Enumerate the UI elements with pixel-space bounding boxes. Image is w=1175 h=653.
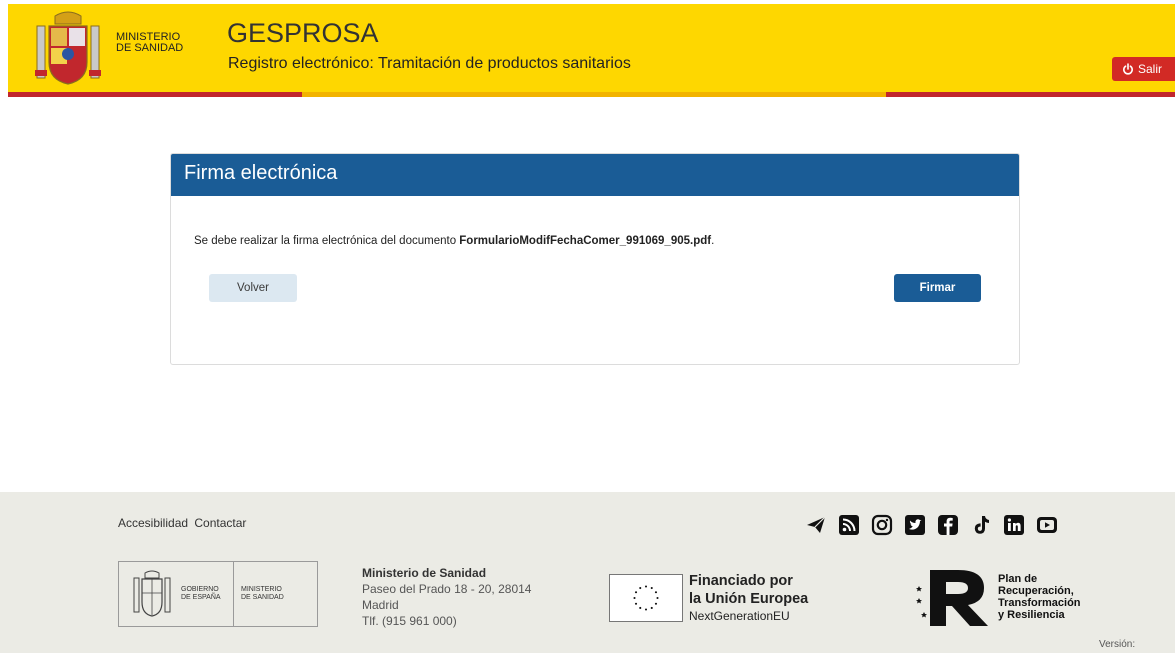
signature-message: Se debe realizar la firma electrónica de… (194, 235, 714, 247)
address-name: Ministerio de Sanidad (362, 566, 487, 580)
power-icon (1123, 63, 1133, 75)
app-title: GESPROSA (227, 18, 379, 48)
sign-button[interactable]: Firmar (894, 274, 981, 302)
instagram-icon[interactable] (871, 514, 893, 536)
eu-line2: la Unión Europea (689, 591, 809, 607)
eu-line1: Financiado por (689, 573, 793, 589)
address-street: Paseo del Prado 18 - 20, 28014 (362, 582, 532, 596)
gobierno-label: GOBIERNO DE ESPAÑA (181, 586, 221, 602)
ministry-address: Ministerio de Sanidad Paseo del Prado 18… (362, 565, 531, 629)
ministerio-label: MINISTERIO DE SANIDAD (241, 586, 284, 602)
logo-divider (233, 562, 234, 626)
facebook-icon[interactable] (937, 514, 959, 536)
logout-label: Salir (1138, 62, 1163, 76)
coat-of-arms-icon (35, 11, 101, 85)
prtr-line4: y Resiliencia (998, 609, 1065, 621)
message-suffix: . (711, 235, 715, 247)
tiktok-icon[interactable] (970, 514, 992, 536)
ministerio-line2: DE SANIDAD (241, 594, 284, 601)
signature-panel: Firma electrónica Se debe realizar la fi… (170, 153, 1020, 365)
social-icons (805, 514, 1058, 536)
header-stripe-red-right (886, 92, 1175, 97)
accessibility-link[interactable]: Accesibilidad (118, 516, 188, 530)
panel-title: Firma electrónica (171, 154, 1019, 196)
prtr-logo-icon (916, 570, 988, 626)
gobierno-line1: GOBIERNO (181, 586, 219, 593)
back-button[interactable]: Volver (209, 274, 297, 302)
coat-of-arms-icon (133, 570, 171, 617)
contact-link[interactable]: Contactar (194, 516, 246, 530)
document-name: FormularioModifFechaComer_991069_905.pdf (459, 235, 712, 247)
prtr-line2: Recuperación, (998, 585, 1074, 597)
page-footer: Accesibilidad Contactar GOBIERNO DE ESPA… (0, 492, 1175, 653)
youtube-icon[interactable] (1036, 514, 1058, 536)
eu-flag-icon (609, 574, 683, 622)
gobierno-line2: DE ESPAÑA (181, 594, 221, 601)
header-stripe-red-left (8, 92, 302, 97)
ministerio-line1: MINISTERIO (241, 586, 282, 593)
header-stripe-yellow (302, 92, 886, 97)
twitter-icon[interactable] (904, 514, 926, 536)
ministry-logo-text: MINISTERIO DE SANIDAD (116, 32, 183, 54)
logout-button[interactable]: Salir (1112, 57, 1175, 81)
rss-icon[interactable] (838, 514, 860, 536)
footer-links: Accesibilidad Contactar (118, 516, 249, 530)
address-phone: Tlf. (915 961 000) (362, 614, 457, 628)
address-city: Madrid (362, 598, 399, 612)
prtr-line1: Plan de (998, 573, 1038, 585)
app-subtitle: Registro electrónico: Tramitación de pro… (228, 55, 631, 72)
gobierno-ministerio-logo: GOBIERNO DE ESPAÑA MINISTERIO DE SANIDAD (118, 561, 318, 627)
linkedin-icon[interactable] (1003, 514, 1025, 536)
version-label: Versión: (1099, 639, 1136, 650)
message-prefix: Se debe realizar la firma electrónica de… (194, 235, 460, 247)
eu-funding-text: Financiado por la Unión Europea NextGene… (689, 572, 808, 624)
prtr-text: Plan de Recuperación, Transformación y R… (998, 573, 1081, 621)
eu-line3: NextGenerationEU (689, 609, 790, 623)
prtr-line3: Transformación (998, 597, 1081, 609)
ministry-logo-line2: DE SANIDAD (116, 42, 184, 54)
telegram-icon[interactable] (805, 514, 827, 536)
